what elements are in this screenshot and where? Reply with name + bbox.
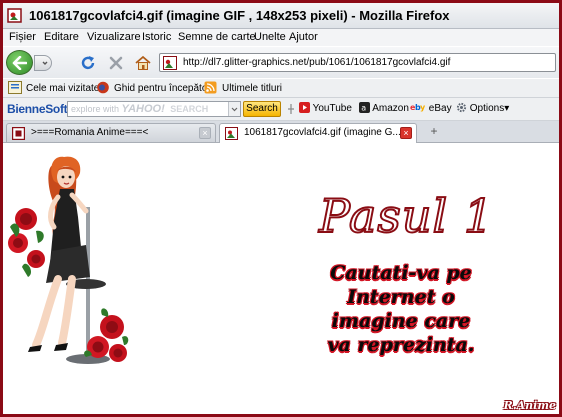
address-bar[interactable]: http://dl7.glitter-graphics.net/pub/1061… [159,53,556,72]
stop-icon[interactable] [107,54,125,72]
bookmark-label: Ultimele titluri [222,83,283,94]
bookmark-star-icon [8,81,22,94]
search-placeholder: explore with YAHOO! SEARCH [71,103,209,115]
page-content: Pasul 1 Cautati-va pe Internet o imagine… [3,143,559,414]
gif-file-icon [7,8,22,23]
forward-button[interactable] [34,55,52,71]
gif-file-icon [225,127,238,140]
chevron-down-icon: ▾ [504,103,510,114]
page-heading: Pasul 1 [318,188,495,244]
search-toolbar: BienneSoft explore with YAHOO! SEARCH Se… [3,98,559,121]
instruction-text: Cautati-va pe Internet o imagine care va… [301,261,501,357]
window-title: 1061817gcovlafci4.gif (imagine GIF , 148… [29,8,450,23]
svg-text:a: a [361,104,366,113]
search-engine-dropdown[interactable] [228,102,240,116]
reload-icon[interactable] [79,54,97,72]
navigation-bar: http://dl7.glitter-graphics.net/pub/1061… [3,47,559,78]
instruction-line: Cautati-va pe [330,262,472,284]
bookmark-label: Ghid pentru începători [114,83,213,94]
menu-file[interactable]: Fișier [9,31,36,43]
ebay-link[interactable]: e b y eBay [410,102,452,114]
tab-label: >===Romania Anime===< [31,127,149,138]
options-menu[interactable]: Options▾ [456,102,509,114]
home-icon[interactable] [134,54,152,72]
browser-window: 1061817gcovlafci4.gif (imagine GIF , 148… [3,3,559,414]
youtube-link[interactable]: YouTube [299,102,352,114]
arrow-left-icon [12,56,27,70]
ebay-icon: e b y [410,103,426,112]
toolbar-brand[interactable]: BienneSoft [7,102,68,116]
youtube-icon [299,102,310,113]
bookmarks-bar: Cele mai vizitate Ghid pentru începători… [3,79,559,98]
tab-close-button[interactable]: × [199,127,211,139]
chevron-down-icon [231,107,238,112]
bookmark-label: Cele mai vizitate [26,83,100,94]
title-bar: 1061817gcovlafci4.gif (imagine GIF , 148… [3,3,559,29]
plus-icon: + [430,124,438,138]
menu-bar: Fișier Editare Vizualizare Istoric Semne… [3,29,559,46]
instruction-line: va reprezinta. [327,334,475,356]
close-icon: × [403,128,409,138]
rss-icon [204,81,217,94]
menu-help[interactable]: Ajutor [289,31,318,43]
menu-view[interactable]: Vizualizare [87,31,141,43]
tab-label: 1061817gcovlafci4.gif (imagine G... [244,127,401,138]
close-icon: × [202,128,208,138]
tab-close-button[interactable]: × [400,127,412,139]
menu-tools[interactable]: Unelte [254,31,286,43]
dropdown-arrow-icon [42,61,48,65]
firefox-icon [97,81,109,94]
tab-romania-anime[interactable]: >===Romania Anime===< × [6,123,216,142]
bookmark-latest-headlines[interactable]: Ultimele titluri [204,81,282,94]
yahoo-logo: YAHOO! [121,103,165,115]
site-favicon-icon [163,56,177,70]
amazon-icon: a [359,102,370,113]
bookmark-most-visited[interactable]: Cele mai vizitate [8,81,99,94]
tab-gif-image[interactable]: 1061817gcovlafci4.gif (imagine G... × [219,123,417,143]
menu-edit[interactable]: Editare [44,31,79,43]
instruction-line: Internet o [347,286,455,308]
site-favicon-icon [12,127,25,140]
new-tab-button[interactable]: + [427,125,441,139]
menu-bookmarks[interactable]: Semne de carte [178,31,256,43]
bookmark-getting-started[interactable]: Ghid pentru începători [96,81,213,94]
anime-girl-image [8,156,129,364]
yahoo-search-input[interactable]: explore with YAHOO! SEARCH [67,101,241,117]
search-button[interactable]: Search [243,101,281,117]
svg-text:y: y [420,103,426,112]
toolbar-separator-icon [288,104,294,114]
gear-icon [456,102,467,113]
tab-bar: >===Romania Anime===< × 1061817gcovlafci… [3,121,559,143]
back-button[interactable] [6,50,33,75]
menu-history[interactable]: Istoric [142,31,171,43]
signature: R.Anime [503,399,556,412]
url-text[interactable]: http://dl7.glitter-graphics.net/pub/1061… [183,57,450,68]
amazon-link[interactable]: a Amazon [359,102,409,114]
instruction-line: imagine care [331,310,471,332]
